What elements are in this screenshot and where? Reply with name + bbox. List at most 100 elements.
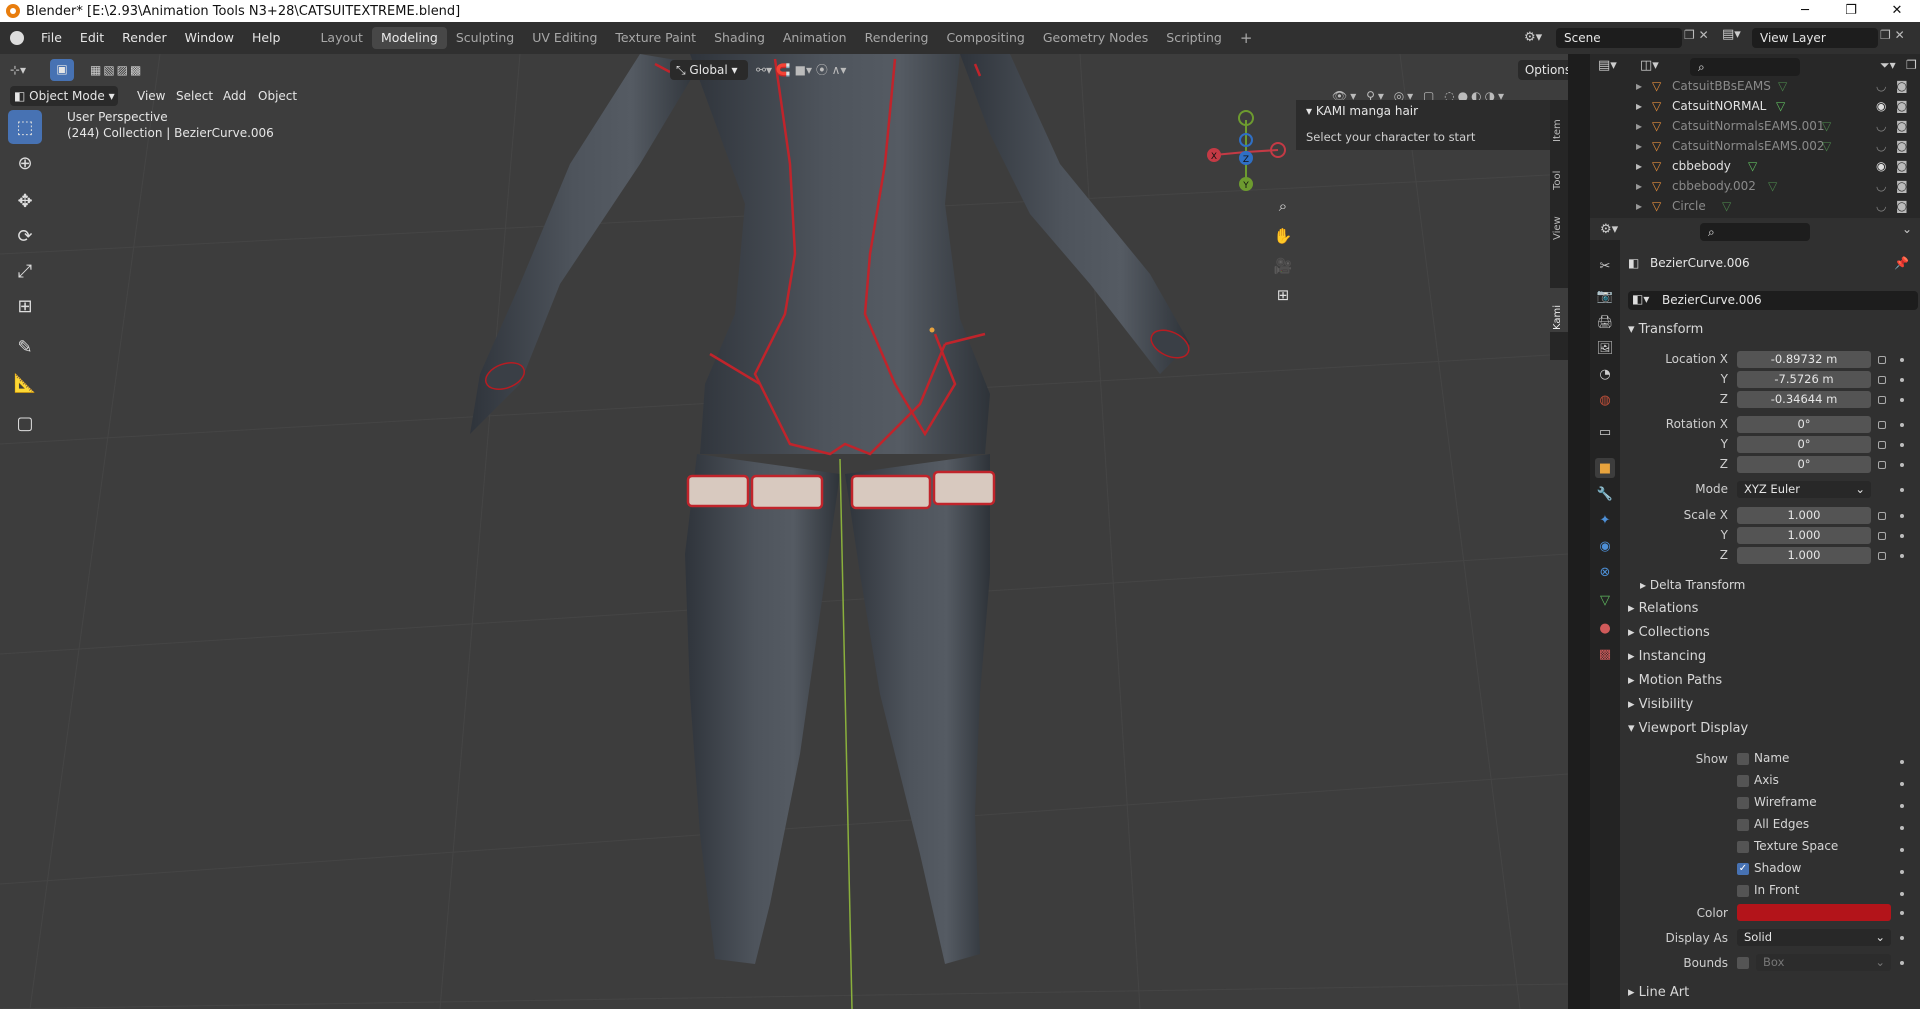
location-x-field[interactable]: -0.89732 m [1737, 351, 1871, 368]
properties-editor-icon[interactable]: ⚙▾ [1600, 222, 1618, 237]
blender-menu-icon[interactable] [10, 31, 24, 45]
object-tab-icon[interactable]: ■ [1595, 458, 1615, 478]
data-tab-icon[interactable]: ▽ [1595, 590, 1615, 610]
motion-paths-panel-header[interactable]: ▸ Motion Paths [1620, 669, 1920, 693]
keyframe-dot-icon[interactable] [1900, 936, 1904, 940]
particles-tab-icon[interactable]: ✦ [1595, 510, 1615, 530]
new-view-layer-icon[interactable]: ❐ ✕ [1880, 28, 1905, 42]
material-tab-icon[interactable]: ● [1595, 618, 1615, 638]
menu-help[interactable]: Help [243, 22, 290, 54]
scale-x-field[interactable]: 1.000 [1737, 507, 1871, 524]
navigation-gizmo[interactable]: Y X Z [1200, 102, 1300, 202]
camera-icon[interactable]: ◙ [1896, 76, 1908, 96]
modifier-tab-icon[interactable]: 🔧 [1595, 484, 1615, 504]
select-box-icon[interactable]: ▣ [50, 59, 74, 81]
visibility-hidden-icon[interactable]: ◡ [1876, 196, 1886, 216]
texture-space-checkbox[interactable] [1737, 841, 1749, 853]
keyframe-dot-icon[interactable] [1900, 961, 1904, 965]
view-layer-icon[interactable]: ▤▾ [1722, 27, 1741, 42]
orientation-dropdown[interactable]: ⤡ Global ▾ [670, 60, 748, 80]
lock-icon[interactable] [1878, 356, 1886, 364]
visibility-eye-icon[interactable]: ◉ [1876, 96, 1886, 116]
rotation-mode-dropdown[interactable]: XYZ Euler ⌄ [1737, 481, 1871, 498]
view-layer-tab-icon[interactable]: 🖼 [1595, 338, 1615, 358]
maximize-icon[interactable]: ❐ [1828, 0, 1874, 22]
expand-arrow-icon[interactable]: ▸ [1636, 116, 1642, 136]
tab-texture-paint[interactable]: Texture Paint [606, 27, 705, 49]
display-as-dropdown[interactable]: Solid ⌄ [1737, 929, 1891, 946]
camera-icon[interactable]: ◙ [1896, 156, 1908, 176]
tab-scripting[interactable]: Scripting [1157, 27, 1231, 49]
wireframe-checkbox[interactable] [1737, 797, 1749, 809]
in-front-checkbox[interactable] [1737, 885, 1749, 897]
zoom-icon[interactable]: ⌕ [1270, 193, 1296, 219]
keyframe-dot-icon[interactable] [1900, 826, 1904, 830]
keyframe-dot-icon[interactable] [1900, 892, 1904, 896]
menu-view[interactable]: View [131, 86, 171, 106]
expand-arrow-icon[interactable]: ▸ [1636, 136, 1642, 156]
sidebar-tab-kami[interactable]: Kami [1552, 290, 1563, 330]
visibility-hidden-icon[interactable]: ◡ [1876, 176, 1886, 196]
options-arrow-icon[interactable]: ⌄ [1902, 222, 1912, 236]
scene-selector-icon[interactable]: ⚙▾ [1524, 27, 1550, 49]
keyframe-dot-icon[interactable] [1900, 398, 1904, 402]
tab-layout[interactable]: Layout [311, 27, 372, 49]
world-tab-icon[interactable]: ◍ [1595, 390, 1615, 410]
keyframe-dot-icon[interactable] [1900, 782, 1904, 786]
camera-icon[interactable]: ◙ [1896, 96, 1908, 116]
keyframe-dot-icon[interactable] [1900, 514, 1904, 518]
close-icon[interactable]: ✕ [1874, 0, 1920, 22]
keyframe-dot-icon[interactable] [1900, 804, 1904, 808]
outliner-row[interactable]: ▸ ▽ CatsuitNormalsEAMS.002 ▽ ◡ ◙ [1590, 136, 1920, 156]
shadow-checkbox[interactable]: ✓ [1737, 863, 1749, 875]
select-tool-icon[interactable]: ⬚ [8, 110, 42, 144]
rotation-x-field[interactable]: 0° [1737, 416, 1871, 433]
scale-tool-icon[interactable]: ⤢ [8, 254, 42, 288]
menu-add[interactable]: Add [217, 86, 252, 106]
expand-arrow-icon[interactable]: ▸ [1636, 96, 1642, 116]
outliner-row[interactable]: ▸ ▽ cbbebody ▽ ◉ ◙ [1590, 156, 1920, 176]
outliner-row[interactable]: ▸ ▽ CatsuitBBsEAMS ▽ ◡ ◙ [1590, 76, 1920, 96]
lock-icon[interactable] [1878, 532, 1886, 540]
collections-panel-header[interactable]: ▸ Collections [1620, 621, 1920, 645]
selection-mode-icons[interactable]: ▦▧▨▩ [90, 60, 180, 80]
tab-rendering[interactable]: Rendering [856, 27, 938, 49]
delta-transform-subpanel[interactable]: ▸ Delta Transform [1640, 578, 1745, 592]
menu-select[interactable]: Select [170, 86, 219, 106]
expand-arrow-icon[interactable]: ▸ [1636, 196, 1642, 216]
menu-render[interactable]: Render [113, 22, 176, 54]
lock-icon[interactable] [1878, 376, 1886, 384]
outliner-editor-icon[interactable]: ▤▾ [1598, 58, 1617, 73]
object-browse-icon[interactable]: ◧▾ [1632, 292, 1649, 306]
options-dropdown[interactable]: Options [1518, 60, 1568, 80]
editor-type-icon[interactable]: ⊹▾ [10, 60, 40, 80]
outliner-row[interactable]: ▸ ▽ CatsuitNORMAL ▽ ◉ ◙ [1590, 96, 1920, 116]
object-datablock-field[interactable]: ◧▾ BezierCurve.006 [1628, 291, 1918, 310]
tab-sculpting[interactable]: Sculpting [447, 27, 523, 49]
display-mode-icon[interactable]: ◫▾ [1640, 58, 1659, 73]
snapping-icons[interactable]: ⚯▾ 🧲 ■▾ ⦿ ∧▾ [756, 60, 886, 80]
bounds-type-dropdown[interactable]: Box ⌄ [1756, 954, 1891, 971]
visibility-eye-icon[interactable]: ◉ [1876, 156, 1886, 176]
render-tab-icon[interactable]: 📷 [1595, 286, 1615, 306]
keyframe-dot-icon[interactable] [1900, 463, 1904, 467]
filter-icon[interactable]: ⏷▾ [1880, 58, 1896, 73]
instancing-panel-header[interactable]: ▸ Instancing [1620, 645, 1920, 669]
tab-uv-editing[interactable]: UV Editing [523, 27, 606, 49]
texture-tab-icon[interactable]: ▩ [1595, 644, 1615, 664]
camera-icon[interactable]: ◙ [1896, 116, 1908, 136]
sidebar-tab-tool[interactable]: Tool [1552, 150, 1563, 190]
menu-edit[interactable]: Edit [71, 22, 113, 54]
annotate-tool-icon[interactable]: ✎ [8, 330, 42, 364]
outliner-search-input[interactable]: ⌕ [1690, 58, 1800, 76]
visibility-panel-header[interactable]: ▸ Visibility [1620, 693, 1920, 717]
expand-arrow-icon[interactable]: ▸ [1636, 176, 1642, 196]
menu-window[interactable]: Window [176, 22, 243, 54]
expand-arrow-icon[interactable]: ▸ [1636, 156, 1642, 176]
keyframe-dot-icon[interactable] [1900, 848, 1904, 852]
outliner-row[interactable]: ▸ ▽ Circle ▽ ◡ ◙ [1590, 196, 1920, 216]
kami-panel-header[interactable]: ▾ KAMI manga hair [1306, 104, 1418, 118]
scale-z-field[interactable]: 1.000 [1737, 547, 1871, 564]
keyframe-dot-icon[interactable] [1900, 423, 1904, 427]
tab-shading[interactable]: Shading [705, 27, 774, 49]
